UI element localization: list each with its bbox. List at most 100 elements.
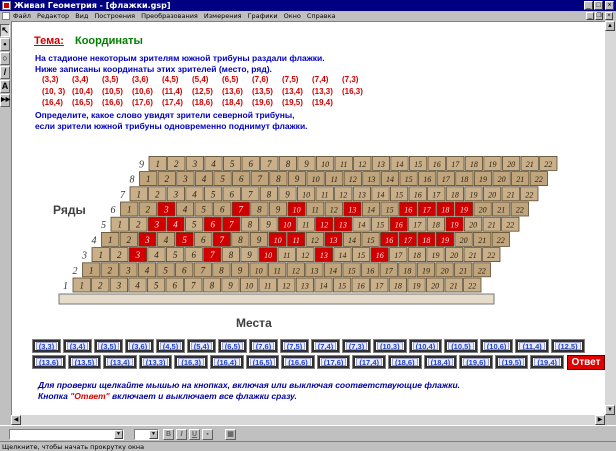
- menu-list: Файл Редактор Вид Построения Преобразования И…: [13, 11, 336, 21]
- minimize-button[interactable]: _: [584, 1, 593, 10]
- seat-number: 17: [432, 190, 441, 199]
- seat-number: 4: [135, 281, 140, 291]
- close-button[interactable]: ×: [605, 1, 614, 10]
- scroll-down-button[interactable]: ▼: [605, 405, 615, 415]
- chevron-down-icon[interactable]: ▼: [149, 430, 158, 439]
- seat-number: 11: [321, 190, 328, 199]
- flag-toggle-button[interactable]: (7,4): [311, 339, 340, 353]
- font-name-select[interactable]: ▼: [9, 429, 124, 440]
- instruction-line-2: Кнопка "Ответ" включает и выключает все …: [38, 391, 297, 401]
- flag-toggle-button[interactable]: (6,5): [218, 339, 247, 353]
- seat-number: 2: [108, 265, 113, 275]
- seat-number: 16: [395, 221, 403, 230]
- flag-toggle-button[interactable]: (19,5): [494, 355, 529, 369]
- seat-number: 1: [155, 159, 160, 169]
- menu-item-0[interactable]: Файл: [13, 11, 31, 21]
- flag-toggle-button[interactable]: (3,6): [125, 339, 154, 353]
- stadium-row: 9 1 2 3 4 5 6 7 8 9 10 11 12 13 14 15 16 17 18 19 20 21 22: [139, 155, 558, 171]
- flag-toggle-button[interactable]: (19,6): [459, 355, 493, 369]
- bold-button[interactable]: B: [163, 429, 174, 440]
- text-tool-icon[interactable]: A: [0, 80, 10, 93]
- custom-tool-icon[interactable]: ▶▶: [0, 94, 10, 107]
- doc-minimize-button[interactable]: _: [586, 12, 594, 20]
- seat-number: 15: [357, 251, 365, 260]
- menu-item-2[interactable]: Вид: [75, 11, 88, 21]
- flag-toggle-button[interactable]: (3,4): [63, 339, 92, 353]
- flag-toggle-button[interactable]: (5,4): [187, 339, 216, 353]
- flag-toggle-button[interactable]: (18,6): [388, 355, 422, 369]
- seat-number: 1: [117, 220, 122, 230]
- flag-toggle-button[interactable]: (4,5): [156, 339, 185, 353]
- text-color-button[interactable]: ▦: [225, 429, 236, 440]
- seat-number: 21: [516, 175, 524, 184]
- flag-toggle-button[interactable]: (11,4): [515, 339, 549, 353]
- seat-number: 8: [219, 265, 224, 275]
- seat-number: 19: [489, 160, 497, 169]
- flag-toggle-button[interactable]: (10,3): [373, 339, 407, 353]
- seat-number: 12: [301, 251, 309, 260]
- flag-toggle-button[interactable]: (3,3): [32, 339, 61, 353]
- flag-toggle-button[interactable]: (7,5): [280, 339, 309, 353]
- flag-toggle-button[interactable]: (7,6): [249, 339, 278, 353]
- arrow-tool-icon[interactable]: ↖: [0, 24, 10, 37]
- menu-item-4[interactable]: Преобразования: [141, 11, 198, 21]
- seat-number: 8: [267, 189, 272, 199]
- flag-toggle-button[interactable]: (13,6): [32, 355, 66, 369]
- chevron-down-icon[interactable]: ▼: [114, 430, 123, 439]
- status-text: Щелкните, чтобы начать прокрутку окна: [2, 443, 145, 451]
- flag-toggle-button[interactable]: (16,5): [245, 355, 280, 369]
- flag-toggle-label: (13,5): [71, 358, 98, 366]
- maximize-button[interactable]: □: [594, 1, 603, 10]
- compass-tool-icon[interactable]: ○: [0, 52, 10, 65]
- flag-toggle-button[interactable]: (10,6): [479, 339, 514, 353]
- seat-number: 7: [201, 265, 206, 275]
- seat-number: 14: [386, 175, 394, 184]
- menu-item-5[interactable]: Измерения: [204, 11, 242, 21]
- menu-item-8[interactable]: Справка: [307, 11, 336, 21]
- seat-number: 9: [257, 235, 262, 245]
- font-size-select[interactable]: ▼: [134, 429, 159, 440]
- italic-button[interactable]: I: [176, 429, 187, 440]
- seat-number: 19: [460, 206, 468, 215]
- flag-toggle-button[interactable]: (10,5): [444, 339, 478, 353]
- scroll-right-button[interactable]: ▶: [595, 415, 605, 425]
- doc-restore-button[interactable]: ❐: [595, 12, 603, 20]
- flag-toggle-button[interactable]: (13,5): [67, 355, 102, 369]
- line-tool-icon[interactable]: /: [0, 66, 10, 79]
- flag-toggle-button[interactable]: (17,6): [316, 355, 351, 369]
- flag-toggle-button[interactable]: (19,4): [530, 355, 564, 369]
- flag-toggle-button[interactable]: (16,6): [281, 355, 315, 369]
- instruction-2-answer: "Ответ": [70, 391, 110, 401]
- doc-close-button[interactable]: ×: [605, 12, 613, 20]
- document-icon[interactable]: [2, 12, 10, 20]
- scroll-left-button[interactable]: ◀: [11, 415, 21, 425]
- flag-toggle-button[interactable]: (16,3): [174, 355, 208, 369]
- app-icon[interactable]: [2, 1, 11, 10]
- flag-toggle-button[interactable]: (13,3): [138, 355, 173, 369]
- format-option-button[interactable]: ▪: [202, 429, 213, 440]
- sketch-document: Тема: Координаты На стадионе некоторым з…: [11, 21, 605, 415]
- answer-button[interactable]: Ответ: [567, 355, 605, 370]
- horizontal-scrollbar[interactable]: ◀ ▶: [11, 415, 605, 425]
- seat-number: 10: [283, 221, 291, 230]
- flag-toggle-button[interactable]: (3,5): [94, 339, 123, 353]
- seat-number: 8: [229, 250, 234, 260]
- menu-item-1[interactable]: Редактор: [37, 11, 69, 21]
- point-tool-icon[interactable]: •: [0, 38, 10, 51]
- flag-toggle-button[interactable]: (12,5): [551, 339, 585, 353]
- seat-number: 12: [282, 282, 290, 291]
- seat-number: 21: [488, 221, 496, 230]
- flag-toggle-button[interactable]: (7,3): [342, 339, 371, 353]
- seat-number: 22: [478, 266, 486, 275]
- menu-item-3[interactable]: Построения: [94, 11, 135, 21]
- flag-toggle-button[interactable]: (17,4): [352, 355, 386, 369]
- menu-item-6[interactable]: Графики: [248, 11, 278, 21]
- vertical-scrollbar[interactable]: ▲ ▼: [605, 21, 616, 415]
- scroll-up-button[interactable]: ▲: [605, 21, 615, 31]
- menu-item-7[interactable]: Окно: [284, 11, 301, 21]
- flag-toggle-button[interactable]: (10,4): [408, 339, 443, 353]
- flag-toggle-button[interactable]: (18,4): [423, 355, 458, 369]
- underline-button[interactable]: U: [189, 429, 200, 440]
- flag-toggle-button[interactable]: (13,4): [103, 355, 137, 369]
- flag-toggle-button[interactable]: (16,4): [210, 355, 244, 369]
